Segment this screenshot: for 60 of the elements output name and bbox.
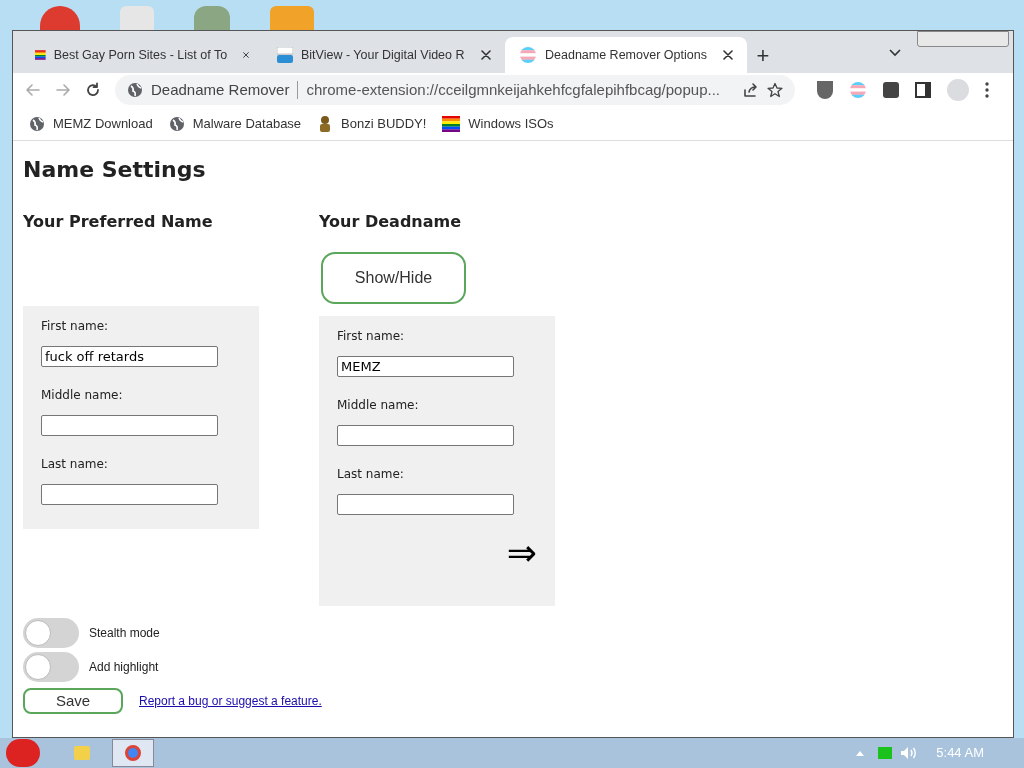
section-title: Your Preferred Name xyxy=(23,211,214,233)
name-input[interactable] xyxy=(41,484,218,505)
tab-favicon-icon xyxy=(519,46,537,64)
new-tab-button[interactable]: + xyxy=(747,37,779,73)
close-icon[interactable] xyxy=(481,50,491,60)
forward-icon[interactable] xyxy=(55,82,71,98)
name-input[interactable] xyxy=(337,425,514,446)
bookmark[interactable]: Bonzi BUDDY! xyxy=(317,113,427,134)
globe-icon xyxy=(168,115,185,132)
taskbar-button[interactable] xyxy=(112,739,154,767)
extension-icon xyxy=(849,81,867,99)
name-input[interactable]: MEMZ xyxy=(337,356,514,377)
tab-list-icon[interactable] xyxy=(889,49,901,57)
close-icon[interactable] xyxy=(723,50,733,60)
toggle-label: Add highlight xyxy=(89,659,159,676)
chrome-icon xyxy=(125,745,141,761)
browser-tab[interactable]: Deadname Remover Options xyxy=(505,37,747,73)
show-hide-button[interactable]: Show/Hide xyxy=(321,252,466,304)
field-label: First name: xyxy=(337,328,406,344)
field-label: Last name: xyxy=(41,456,109,472)
side-panel-icon[interactable] xyxy=(915,82,931,98)
globe-icon xyxy=(29,115,45,132)
bookmark[interactable]: MEMZ Download xyxy=(29,113,153,134)
clock: 5:44 AM xyxy=(936,744,984,763)
arrow-text[interactable]: ⇒ xyxy=(506,535,537,571)
toggle-switch[interactable] xyxy=(23,652,79,682)
section-title: Your Deadname xyxy=(319,211,463,233)
field-label: Middle name: xyxy=(41,387,124,403)
back-icon[interactable] xyxy=(25,82,41,98)
bookmark[interactable]: Malware Database xyxy=(168,113,302,134)
tab-title: Deadname Remover Options xyxy=(545,46,707,64)
tab-title: Best Gay Porn Sites - List of To xyxy=(53,46,228,64)
page-title: Name Settings xyxy=(23,156,207,184)
bookmark[interactable]: Windows ISOs xyxy=(442,113,554,134)
app-icon[interactable] xyxy=(40,6,80,32)
field-label: Last name: xyxy=(337,466,405,482)
name-input[interactable] xyxy=(337,494,514,515)
menu-icon[interactable] xyxy=(985,82,989,98)
field-label: Middle name: xyxy=(337,397,420,413)
tab-favicon-icon xyxy=(35,47,46,63)
browser-tab[interactable]: Best Gay Porn Sites - List of To xyxy=(21,37,263,73)
reload-icon[interactable] xyxy=(85,82,101,98)
address-bar[interactable]: Deadname Remover chrome-extension://cceilgmnkeijahkehfcgfalepihfbcag/popup... xyxy=(115,75,795,105)
shield-icon[interactable] xyxy=(817,81,833,99)
close-icon[interactable] xyxy=(243,50,249,60)
url-text: chrome-extension://cceilgmnkeijahkehfcgfalepihfbcag/popup... xyxy=(306,79,720,100)
tab-title: BitView - Your Digital Video R xyxy=(301,46,465,64)
save-button[interactable]: Save xyxy=(23,688,123,714)
site-name: Deadname Remover xyxy=(151,79,290,100)
toggle-switch[interactable] xyxy=(23,618,79,648)
tab-favicon-icon xyxy=(277,47,293,63)
name-input[interactable]: fuck off retards xyxy=(41,346,218,367)
report-link[interactable]: Report a bug or suggest a feature. xyxy=(139,692,322,710)
field-label: First name: xyxy=(41,318,110,334)
flag-icon xyxy=(442,115,461,132)
star-icon[interactable] xyxy=(767,82,783,98)
name-input[interactable] xyxy=(41,415,218,436)
share-icon[interactable] xyxy=(743,82,759,98)
browser-tab[interactable]: BitView - Your Digital Video R xyxy=(263,37,505,73)
toggle-label: Stealth mode xyxy=(89,625,160,642)
